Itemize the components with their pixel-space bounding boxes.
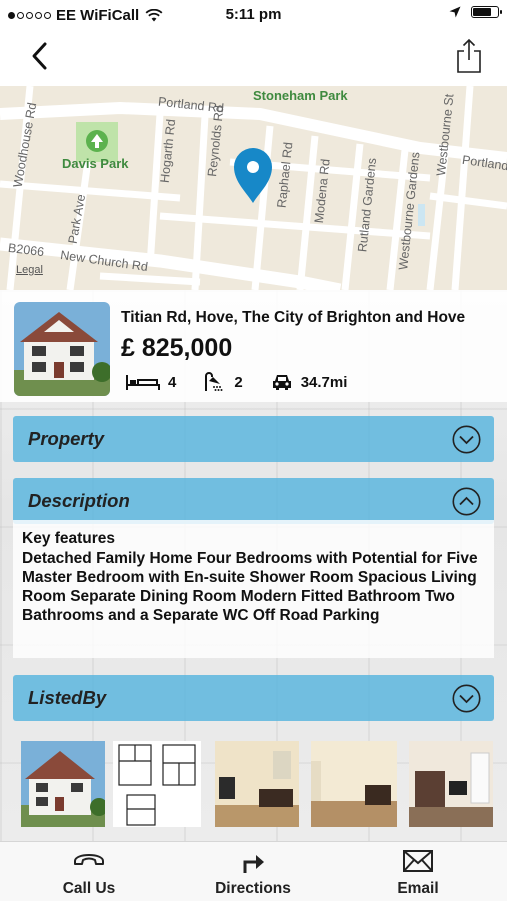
bottom-action-bar: Call Us Directions Email	[0, 841, 507, 901]
clock: 5:11 pm	[225, 6, 282, 23]
navigation-bar	[0, 30, 507, 86]
listed-by-section-header[interactable]: ListedBy	[13, 675, 494, 721]
property-section-header[interactable]: Property	[13, 416, 494, 462]
bathroom-count: 2	[234, 373, 243, 391]
map-park-label: Stoneham Park	[253, 88, 348, 103]
envelope-icon	[403, 850, 433, 872]
location-map[interactable]: Portland Rd Stoneham Park Woodhouse Rd D…	[0, 86, 507, 290]
gallery-photo-floorplan[interactable]	[113, 741, 201, 827]
section-title: Property	[28, 428, 105, 449]
gallery-photo-lounge[interactable]	[409, 741, 493, 827]
section-title: Description	[28, 490, 130, 511]
chevron-up-icon	[452, 487, 481, 516]
chevron-left-icon[interactable]	[26, 41, 56, 71]
battery-icon	[471, 6, 502, 18]
directions-button[interactable]: Directions	[183, 842, 323, 901]
share-icon[interactable]	[455, 38, 483, 74]
description-text: Detached Family Home Four Bedrooms with …	[22, 550, 478, 624]
description-section-header[interactable]: Description	[13, 478, 494, 524]
turn-right-arrow-icon	[243, 855, 264, 873]
listing-distance: 34.7mi	[300, 373, 348, 391]
photo-gallery	[0, 736, 507, 832]
call-us-button[interactable]: Call Us	[19, 842, 159, 901]
description-heading: Key features	[22, 530, 116, 547]
description-content: Key features Detached Family Home Four B…	[13, 520, 494, 658]
phone-icon	[74, 854, 104, 865]
car-icon	[272, 375, 291, 390]
section-title: ListedBy	[28, 687, 107, 708]
bedroom-count: 4	[168, 373, 177, 391]
chevron-down-icon	[452, 684, 481, 713]
chevron-down-icon	[452, 425, 481, 454]
gallery-photo-dining-room[interactable]	[311, 741, 397, 827]
email-button[interactable]: Email	[348, 842, 488, 901]
shower-icon	[205, 372, 223, 391]
gallery-photo-exterior[interactable]	[21, 741, 105, 827]
email-label: Email	[397, 880, 439, 897]
directions-label: Directions	[215, 880, 291, 897]
listing-summary: Titian Rd, Hove, The City of Brighton an…	[0, 290, 507, 402]
map-legal-link[interactable]: Legal	[16, 264, 43, 276]
listing-price: £ 825,000	[121, 334, 233, 362]
call-us-label: Call Us	[62, 880, 116, 897]
listing-address: Titian Rd, Hove, The City of Brighton an…	[121, 309, 466, 326]
location-arrow-icon	[449, 6, 461, 18]
bed-icon	[126, 375, 160, 390]
gallery-photo-living-room[interactable]	[215, 741, 299, 827]
listing-thumbnail[interactable]	[14, 302, 110, 396]
status-bar: EE WiFiCall 5:11 pm	[0, 0, 507, 30]
map-park-label: Davis Park	[62, 156, 129, 171]
